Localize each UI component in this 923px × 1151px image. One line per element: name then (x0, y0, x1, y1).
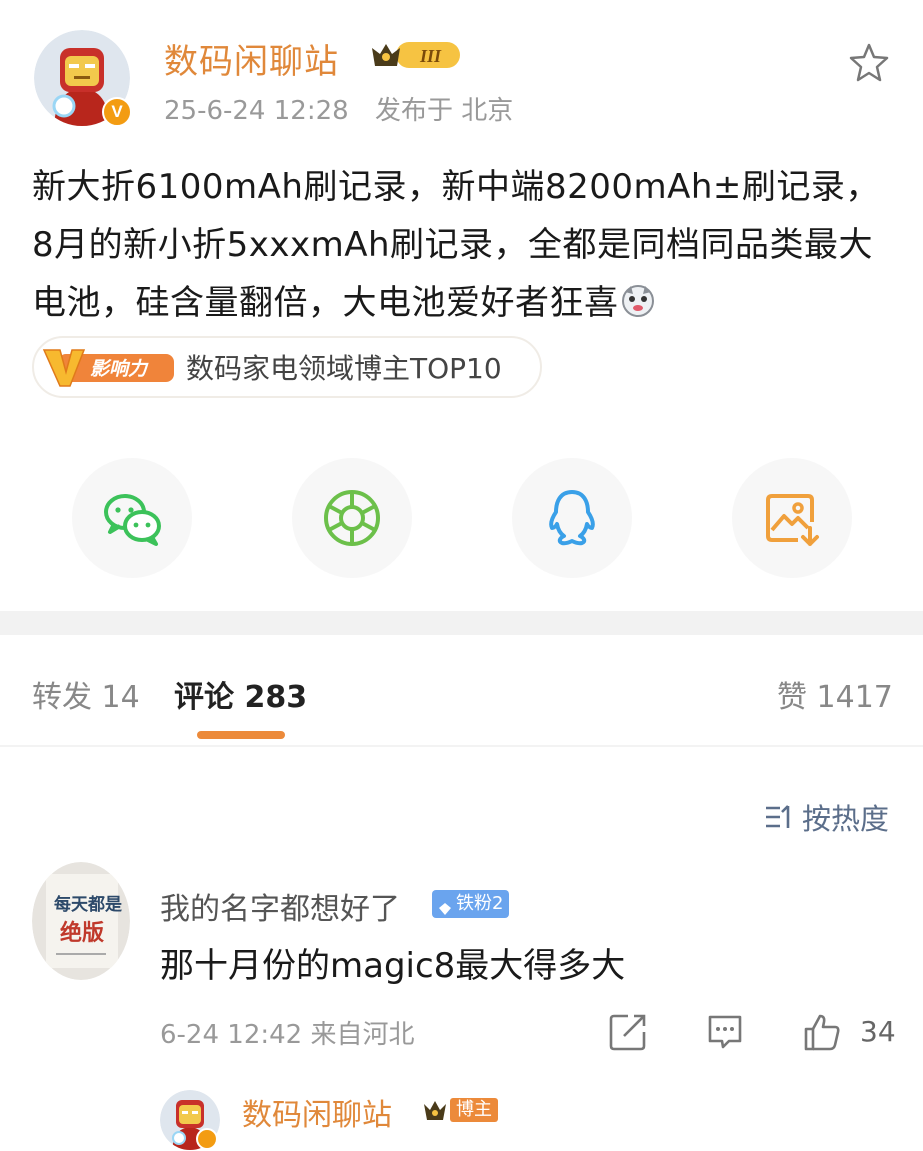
sort-label: 按热度 (802, 802, 890, 836)
reply-author-name[interactable]: 数码闲聊站 (242, 1090, 392, 1134)
crown-icon (422, 1098, 448, 1122)
moments-icon (324, 490, 380, 546)
tab-likes[interactable]: 赞 1417 (777, 672, 893, 716)
husky-emoji-icon (621, 278, 655, 317)
sort-by-hot-button[interactable]: 按热度 (764, 796, 889, 838)
commenter-username[interactable]: 我的名字都想好了 (160, 884, 400, 928)
post-location: 发布于 北京 (374, 96, 514, 126)
repost-comment-icon[interactable] (608, 1012, 648, 1052)
comment-time-location: 6-24 12:42 来自河北 (160, 1020, 415, 1050)
share-wechat-button[interactable] (72, 458, 192, 578)
sort-icon (766, 805, 790, 828)
author-name[interactable]: 数码闲聊站 (164, 34, 339, 83)
blogger-badge: 博主 (422, 1096, 498, 1124)
qq-icon (549, 490, 595, 546)
reply-comment-icon[interactable] (705, 1012, 745, 1052)
influence-text: 数码家电领域博主TOP10 (186, 352, 502, 385)
influence-tag[interactable]: 影响力 数码家电领域博主TOP10 (32, 336, 542, 398)
fan-badge-label: 铁粉2 (456, 893, 504, 914)
like-comment-icon[interactable] (802, 1012, 842, 1052)
active-tab-indicator (197, 731, 285, 739)
level-text: III (419, 46, 442, 66)
post-content: 新大折6100mAh刷记录，新中端8200mAh±刷记录，8月的新小折5xxxm… (32, 158, 902, 332)
svg-text:影响力: 影响力 (90, 358, 149, 380)
fan-level-badge: 铁粉2 (432, 890, 510, 918)
save-image-button[interactable] (732, 458, 852, 578)
reply-verified-badge (196, 1128, 218, 1150)
post-meta: 25-6-24 12:28 发布于 北京 (164, 90, 513, 127)
comment-text: 那十月份的magic8最大得多大 (160, 946, 626, 986)
tab-reposts[interactable]: 转发 14 (32, 672, 140, 716)
svg-text:绝版: 绝版 (60, 920, 104, 946)
blogger-tag: 博主 (450, 1098, 498, 1122)
share-moments-button[interactable] (292, 458, 412, 578)
save-image-icon (766, 494, 819, 546)
influence-logo: 影响力 (40, 344, 178, 390)
verified-badge: V (102, 97, 132, 127)
favorite-star-icon[interactable] (848, 42, 890, 82)
tab-comments[interactable]: 评论 283 (174, 672, 307, 716)
comment-like-count: 34 (860, 1015, 896, 1048)
tabs-divider (0, 745, 923, 747)
commenter-avatar[interactable]: 每天都是 绝版 (32, 862, 130, 980)
share-qq-button[interactable] (512, 458, 632, 578)
wechat-icon (104, 494, 161, 546)
svg-text:每天都是: 每天都是 (54, 894, 122, 915)
post-text: 新大折6100mAh刷记录，新中端8200mAh±刷记录，8月的新小折5xxxm… (32, 167, 880, 323)
section-divider (0, 611, 923, 635)
diamond-icon (438, 897, 452, 915)
post-timestamp: 25-6-24 12:28 (164, 96, 349, 126)
level-badge: III (368, 38, 464, 72)
